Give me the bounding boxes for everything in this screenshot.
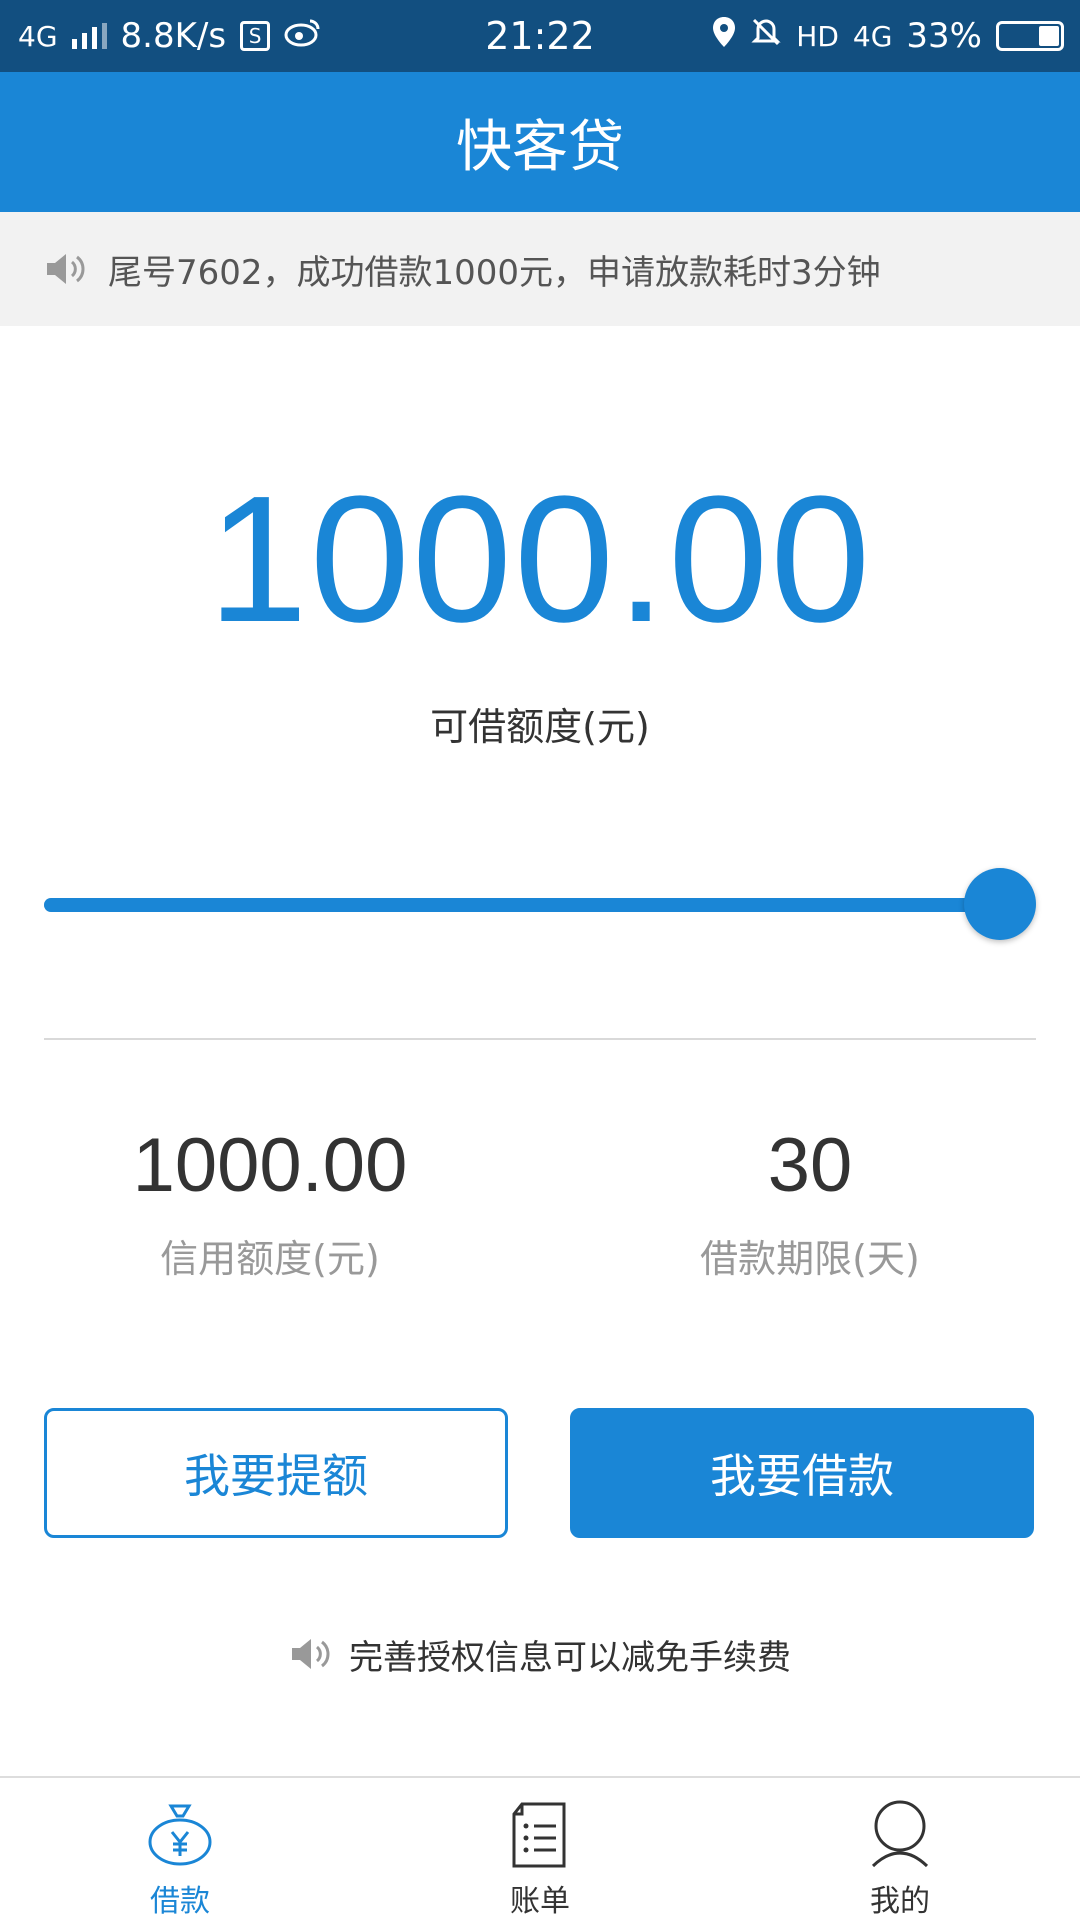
bottom-nav: 借款 账单 我的 bbox=[0, 1776, 1080, 1920]
fee-tip-text: 完善授权信息可以减免手续费 bbox=[349, 1637, 791, 1678]
increase-limit-button[interactable]: 我要提额 bbox=[44, 1408, 508, 1538]
divider bbox=[44, 1038, 1036, 1040]
speaker-icon bbox=[289, 1635, 335, 1673]
loan-term-stat: 30 借款期限(天) bbox=[540, 1126, 1080, 1283]
network-type-2: 4G bbox=[852, 19, 893, 53]
notice-bar: 尾号7602，成功借款1000元，申请放款耗时3分钟 bbox=[0, 212, 1080, 326]
loan-term-label: 借款期限(天) bbox=[700, 1236, 920, 1281]
weibo-icon bbox=[284, 16, 322, 56]
notice-text: 尾号7602，成功借款1000元，申请放款耗时3分钟 bbox=[108, 252, 881, 293]
network-speed: 8.8K/s bbox=[120, 16, 227, 56]
available-amount: 1000.00 bbox=[207, 459, 873, 660]
nav-item-loan[interactable]: 借款 bbox=[0, 1778, 360, 1920]
amount-slider[interactable] bbox=[44, 868, 1036, 940]
location-icon bbox=[712, 16, 736, 57]
page-title: 快客贷 bbox=[456, 114, 624, 180]
nav-item-bill[interactable]: 账单 bbox=[360, 1778, 720, 1920]
bill-icon bbox=[510, 1798, 570, 1872]
user-icon bbox=[869, 1798, 931, 1872]
available-amount-label: 可借额度(元) bbox=[430, 705, 650, 749]
nav-label-loan: 借款 bbox=[150, 1884, 210, 1919]
app-header: 快客贷 bbox=[0, 72, 1080, 212]
slider-thumb[interactable] bbox=[964, 868, 1036, 940]
status-left: 4G 8.8K/s S bbox=[18, 16, 322, 56]
borrow-button[interactable]: 我要借款 bbox=[570, 1408, 1034, 1538]
network-type: 4G bbox=[18, 19, 58, 53]
app-s-icon: S bbox=[240, 21, 271, 51]
status-bar: 4G 8.8K/s S 21:22 HD 4G 33% bbox=[0, 0, 1080, 72]
credit-limit-label: 信用额度(元) bbox=[160, 1236, 380, 1281]
nav-item-mine[interactable]: 我的 bbox=[720, 1778, 1080, 1920]
credit-limit-value: 1000.00 bbox=[132, 1123, 408, 1208]
speaker-icon bbox=[44, 250, 90, 288]
mute-bell-icon bbox=[750, 16, 782, 57]
battery-percent: 33% bbox=[906, 16, 982, 56]
loan-term-value: 30 bbox=[767, 1123, 853, 1208]
nav-label-bill: 账单 bbox=[510, 1884, 570, 1919]
hd-label: HD bbox=[796, 19, 839, 53]
slider-fill bbox=[44, 898, 1000, 912]
nav-label-mine: 我的 bbox=[870, 1884, 930, 1919]
status-right: HD 4G 33% bbox=[712, 16, 1064, 57]
battery-icon bbox=[996, 21, 1064, 51]
money-bag-icon bbox=[145, 1798, 215, 1872]
signal-icon bbox=[71, 23, 107, 49]
fee-tip: 完善授权信息可以减免手续费 bbox=[0, 1626, 1080, 1682]
credit-limit-stat: 1000.00 信用额度(元) bbox=[0, 1126, 540, 1283]
